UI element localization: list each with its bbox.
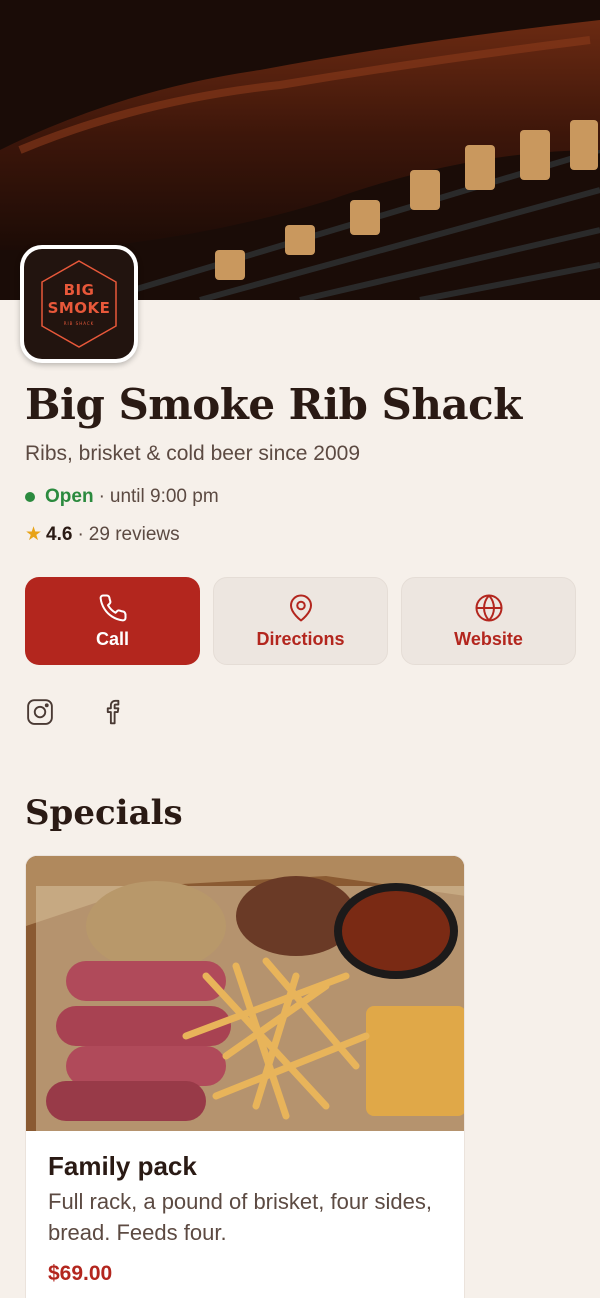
- rating-separator: ·: [77, 523, 84, 545]
- logo-text-line3: RIB SHACK: [63, 320, 95, 326]
- website-button[interactable]: Website: [401, 577, 576, 665]
- business-logo: BIG SMOKE RIB SHACK: [20, 245, 138, 363]
- call-label: Call: [95, 628, 129, 649]
- action-buttons: Call Directions Website: [25, 577, 576, 665]
- star-icon: ★: [25, 524, 43, 545]
- special-image: [26, 856, 464, 1131]
- instagram-icon[interactable]: [25, 697, 55, 727]
- rating-score: 4.6: [46, 523, 73, 545]
- map-pin-icon: [289, 594, 312, 621]
- open-status: Open · until 9:00 pm: [25, 486, 219, 508]
- special-card[interactable]: Family pack Full rack, a pound of briske…: [25, 855, 465, 1298]
- status-dot-icon: [25, 492, 35, 502]
- globe-icon: [475, 594, 502, 621]
- open-label: Open: [45, 486, 94, 507]
- facebook-icon[interactable]: [99, 697, 129, 727]
- rating-summary[interactable]: ★ 4.6 · 29 reviews: [25, 523, 180, 546]
- review-count: 29 reviews: [88, 523, 180, 545]
- hours-text: until 9:00 pm: [109, 486, 219, 507]
- directions-label: Directions: [256, 628, 345, 649]
- logo-text-line2: SMOKE: [47, 298, 111, 317]
- website-label: Website: [454, 628, 523, 649]
- phone-icon: [99, 593, 127, 621]
- special-description: Full rack, a pound of brisket, four side…: [48, 1189, 432, 1245]
- business-tagline: Ribs, brisket & cold beer since 2009: [25, 442, 361, 465]
- special-title: Family pack: [48, 1151, 197, 1181]
- social-links: [25, 697, 129, 727]
- status-separator: ·: [98, 486, 105, 507]
- specials-heading: Specials: [25, 793, 183, 833]
- business-name: Big Smoke Rib Shack: [25, 380, 522, 429]
- directions-button[interactable]: Directions: [213, 577, 388, 665]
- special-price: $69.00: [48, 1262, 113, 1285]
- call-button[interactable]: Call: [25, 577, 200, 665]
- logo-text-line1: BIG: [63, 280, 95, 299]
